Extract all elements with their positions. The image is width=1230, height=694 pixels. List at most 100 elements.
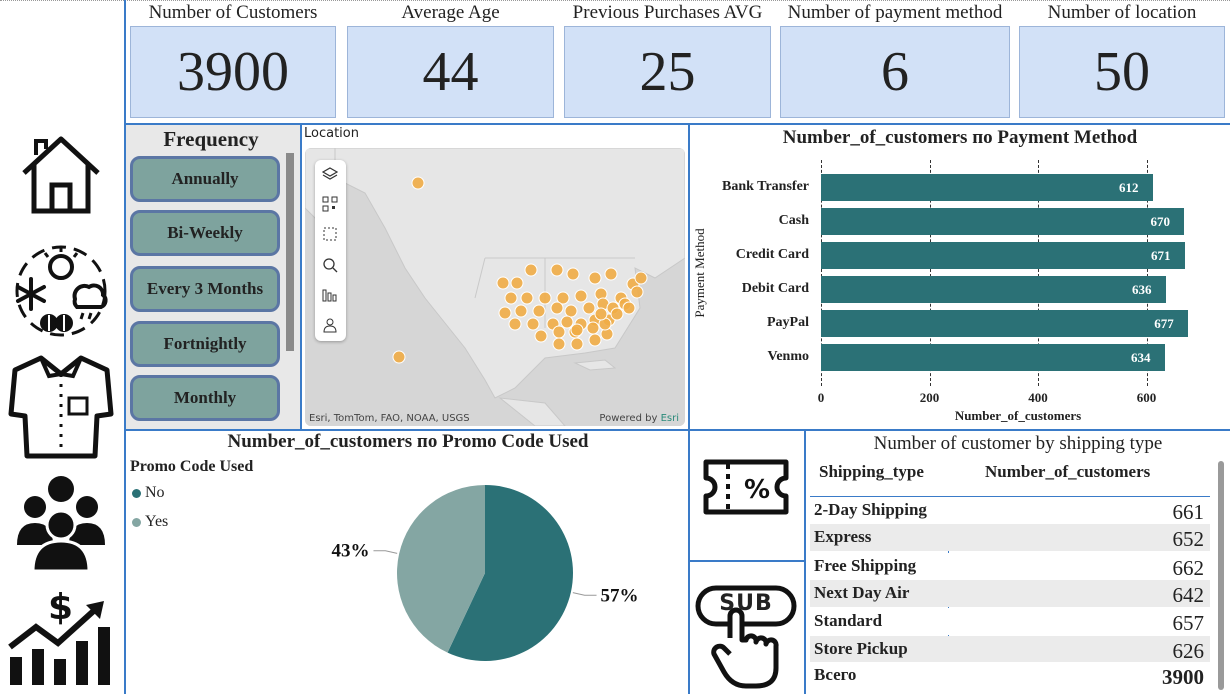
pie-data-label: 43% — [331, 541, 369, 562]
kpi-title: Previous Purchases AVG — [572, 2, 763, 23]
map-location-dot[interactable] — [514, 304, 528, 318]
map-location-dot[interactable] — [634, 271, 648, 285]
weather-icon[interactable] — [6, 238, 116, 344]
bar-category-label: Cash — [778, 213, 809, 228]
cell-count: 661 — [1172, 500, 1205, 524]
bar-category-label: Debit Card — [741, 281, 809, 296]
kpi-title: Number of Customers — [148, 2, 318, 23]
map-location-dot[interactable] — [508, 317, 522, 331]
map-location-dot[interactable] — [582, 301, 596, 315]
map-location-dot[interactable] — [552, 337, 566, 351]
cell-count: 626 — [1172, 639, 1205, 663]
map-location-dot[interactable] — [526, 317, 540, 331]
table-row[interactable]: Free Shipping 662 — [810, 553, 1210, 580]
map-location-dot[interactable] — [411, 176, 425, 190]
map-location-dot[interactable] — [560, 315, 574, 329]
map-location-dot[interactable] — [574, 289, 588, 303]
bar-xtick: 0 — [817, 390, 825, 405]
sales-growth-icon[interactable]: $ — [6, 584, 116, 690]
map-location-dot[interactable] — [510, 276, 524, 290]
bar-value-label: 634 — [1130, 350, 1151, 365]
kpi-title: Average Age — [401, 2, 500, 23]
bar[interactable] — [821, 208, 1185, 235]
bar[interactable] — [821, 174, 1153, 201]
map-dots — [392, 176, 648, 364]
pie-leader-line — [572, 592, 597, 596]
cell-count: 652 — [1172, 527, 1205, 551]
cell-shipping-type: Store Pickup — [814, 639, 908, 658]
table-row[interactable]: Standard 657 — [810, 608, 1210, 635]
map-location-dot[interactable] — [570, 337, 584, 351]
map-location-dot[interactable] — [570, 323, 584, 337]
people-icon[interactable] — [6, 470, 116, 576]
pie-legend-title: Promo Code Used — [130, 458, 254, 475]
map-location-dot[interactable] — [534, 329, 548, 343]
map-location-dot[interactable] — [524, 263, 538, 277]
cell-count: 642 — [1172, 583, 1205, 607]
map-location-dot[interactable] — [604, 267, 618, 281]
cell-count: 657 — [1172, 611, 1205, 635]
map-location-dot[interactable] — [622, 301, 636, 315]
bar-value-label: 670 — [1150, 214, 1170, 229]
kpi-value: 3900 — [130, 26, 336, 118]
pie-chart: 57% 43% — [331, 485, 639, 661]
map-location-dot[interactable] — [566, 267, 580, 281]
bar[interactable] — [821, 310, 1189, 337]
map-location-dot[interactable] — [588, 271, 602, 285]
map-location-dot[interactable] — [520, 291, 534, 305]
map-location-dot[interactable] — [504, 291, 518, 305]
bar[interactable] — [821, 242, 1186, 269]
discount-ticket-button[interactable]: % — [698, 450, 794, 524]
legend-swatch — [132, 517, 141, 527]
bar[interactable] — [821, 344, 1165, 371]
slicer-item-fortnightly[interactable]: Fortnightly — [130, 321, 280, 367]
table-header-number-of-customers[interactable]: Number_of_customers — [985, 462, 1150, 482]
slicer-item-annually[interactable]: Annually — [130, 156, 280, 202]
map-location-dot[interactable] — [630, 285, 644, 299]
subscribe-label: SUB — [719, 591, 773, 616]
table-row[interactable]: Store Pickup 626 — [810, 636, 1210, 663]
subscribe-button[interactable]: SUB — [694, 578, 798, 690]
map-location-dot[interactable] — [496, 276, 510, 290]
slicer-item-monthly[interactable]: Monthly — [130, 375, 280, 421]
slicer-item-every-3-months[interactable]: Every 3 Months — [130, 266, 280, 312]
bar-value-label: 671 — [1151, 248, 1171, 263]
bar-category-label: Bank Transfer — [722, 179, 809, 194]
bar-chart: 0 200 400 600 Bank Transfer 612 Cash 670 Credit … — [690, 124, 1230, 429]
bar-category-label: Venmo — [767, 349, 810, 364]
bar-value-label: 677 — [1154, 316, 1174, 331]
map-location-dot[interactable] — [532, 304, 546, 318]
kpi-value: 25 — [564, 26, 771, 118]
table-header-shipping-type[interactable]: Shipping_type — [819, 462, 924, 482]
map-location-dot[interactable] — [392, 350, 406, 364]
slicer-item-bi-weekly[interactable]: Bi-Weekly — [130, 210, 280, 256]
table-row[interactable]: Next Day Air 642 — [810, 580, 1210, 607]
map-location-dot[interactable] — [552, 325, 566, 339]
slicer-scrollbar[interactable] — [286, 153, 294, 351]
map-location-dot[interactable] — [610, 307, 624, 321]
home-icon[interactable] — [6, 128, 116, 220]
map-location-dot[interactable] — [550, 301, 564, 315]
pie-legend-item-no[interactable]: No — [132, 484, 165, 502]
table-title: Number of customer by shipping type — [873, 433, 1163, 454]
bar-xtick: 600 — [1136, 390, 1157, 405]
pie-legend-item-yes[interactable]: Yes — [132, 513, 168, 531]
shirt-icon[interactable] — [6, 350, 116, 462]
pie-leader-line — [373, 550, 398, 554]
slicer-title: Frequency — [163, 127, 259, 151]
map-location-dot[interactable] — [564, 304, 578, 318]
table-scrollbar[interactable] — [1218, 461, 1224, 690]
table-row[interactable]: Express 652 — [810, 524, 1210, 551]
map-location-dot[interactable] — [588, 333, 602, 347]
table-row[interactable]: 2-Day Shipping 661 — [810, 497, 1210, 524]
bar-category-label: Credit Card — [735, 247, 809, 262]
kpi-value: 50 — [1019, 26, 1225, 118]
bar[interactable] — [821, 276, 1167, 303]
map-location-dot[interactable] — [498, 306, 512, 320]
map-location-dot[interactable] — [594, 307, 608, 321]
divider-v3 — [804, 430, 806, 694]
bar-xtick: 200 — [919, 390, 940, 405]
map-location-dot[interactable] — [550, 263, 564, 277]
map-location-dot[interactable] — [538, 291, 552, 305]
map-location-dot[interactable] — [586, 321, 600, 335]
